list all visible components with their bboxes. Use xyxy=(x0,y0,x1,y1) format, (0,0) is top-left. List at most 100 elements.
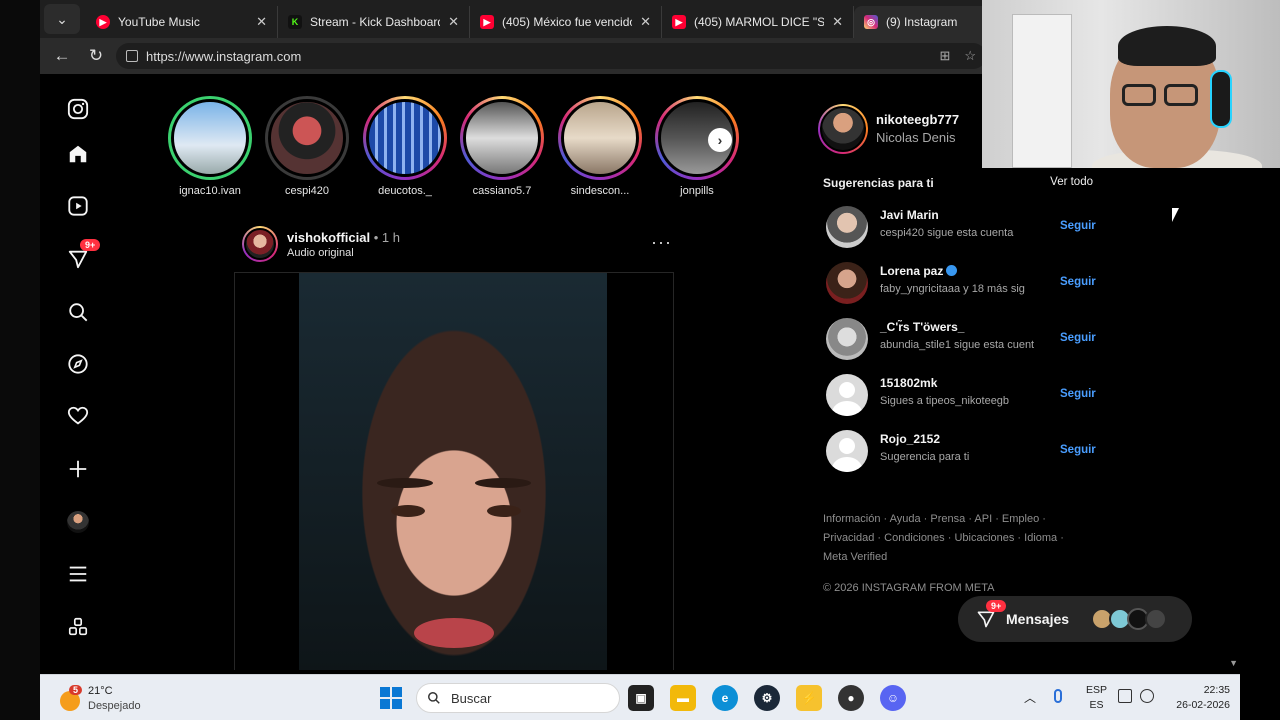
story-item[interactable]: sindescon... xyxy=(558,96,642,197)
story-username: cespi420 xyxy=(284,185,330,197)
footer-links: Información · Ayuda · Prensa · API · Emp… xyxy=(823,510,1083,567)
follow-button[interactable]: Seguir xyxy=(1060,444,1096,456)
profile-avatar[interactable] xyxy=(66,510,90,534)
tab-title: (405) México fue vencido po xyxy=(502,15,633,29)
messages-label: Mensajes xyxy=(1006,611,1070,627)
create-plus-icon[interactable] xyxy=(66,457,90,481)
task-view-icon[interactable]: ▣ xyxy=(628,685,654,711)
story-username: jonpills xyxy=(680,185,714,197)
app-icon[interactable]: ⚡ xyxy=(796,685,822,711)
suggestion-item: _C'r̃s T'öwers_ abundia_stile1 sigue est… xyxy=(826,316,1096,360)
refresh-icon[interactable]: ↻ xyxy=(82,42,110,70)
current-fullname: Nicolas Denis xyxy=(876,130,956,145)
current-username[interactable]: nikoteegb777 xyxy=(876,112,959,127)
lang-secondary: ES xyxy=(1089,699,1104,711)
see-all-link[interactable]: Ver todo xyxy=(1050,176,1093,188)
app-icon[interactable]: ● xyxy=(838,685,864,711)
input-language[interactable]: ESP ES xyxy=(1086,683,1107,713)
steam-icon[interactable]: ⚙ xyxy=(754,685,780,711)
close-tab-icon[interactable]: ✕ xyxy=(256,14,267,30)
edge-icon[interactable]: e xyxy=(712,685,738,711)
reels-icon[interactable] xyxy=(66,194,90,218)
tab-kick-dashboard[interactable]: K Stream - Kick Dashboard ✕ xyxy=(278,6,470,38)
default-avatar-icon[interactable] xyxy=(826,430,868,472)
follow-button[interactable]: Seguir xyxy=(1060,220,1096,232)
instagram-logo-icon[interactable] xyxy=(66,97,90,121)
messages-button[interactable]: 9+ Mensajes xyxy=(958,596,1192,642)
site-info-icon[interactable] xyxy=(126,50,138,62)
favorite-star-icon[interactable]: ☆ xyxy=(964,48,976,64)
network-icon[interactable] xyxy=(1118,689,1132,703)
close-tab-icon[interactable]: ✕ xyxy=(448,14,459,30)
suggestion-reason: abundia_stile1 sigue esta cuent xyxy=(880,339,1035,351)
tab-youtube-marmol[interactable]: ▶ (405) MARMOL DICE "SI" A ✕ xyxy=(662,6,854,38)
clock-date: 26-02-2026 xyxy=(1176,699,1230,711)
tab-youtube-mexico[interactable]: ▶ (405) México fue vencido po ✕ xyxy=(470,6,662,38)
app-available-icon[interactable]: ⊞ xyxy=(939,48,950,64)
default-avatar-icon[interactable] xyxy=(826,374,868,416)
story-item[interactable]: deucotos._ xyxy=(363,96,447,197)
chevron-up-icon[interactable]: ︿ xyxy=(1024,689,1036,706)
tab-actions-button[interactable]: ⌄ xyxy=(44,4,80,34)
suggestion-avatar[interactable] xyxy=(826,318,868,360)
post-media[interactable] xyxy=(234,272,674,670)
footer-line[interactable]: Información · Ayuda · Prensa · API · Emp… xyxy=(823,510,1083,529)
microphone-icon[interactable] xyxy=(1054,689,1062,703)
menu-icon[interactable] xyxy=(66,562,90,586)
url-text: https://www.instagram.com xyxy=(146,48,302,64)
meta-apps-icon[interactable] xyxy=(66,615,90,639)
system-clock[interactable]: 22:35 26-02-2026 xyxy=(1164,683,1230,713)
home-icon[interactable] xyxy=(66,142,90,166)
explore-icon[interactable] xyxy=(66,352,90,376)
weather-widget[interactable]: 5 21°C Despejado xyxy=(56,683,186,715)
follow-button[interactable]: Seguir xyxy=(1060,388,1096,400)
post-username-text[interactable]: vishokofficial xyxy=(287,230,370,245)
post-audio-label[interactable]: Audio original xyxy=(287,247,354,259)
volume-icon[interactable] xyxy=(1140,689,1154,703)
kick-icon: K xyxy=(288,15,302,29)
suggestion-avatar[interactable] xyxy=(826,206,868,248)
messages-nav-icon[interactable]: 9+ xyxy=(66,239,101,271)
tab-youtube-music[interactable]: ▶ YouTube Music ✕ xyxy=(86,6,278,38)
story-item[interactable]: cassiano5.7 xyxy=(460,96,544,197)
suggestion-username[interactable]: Javi Marin xyxy=(880,208,939,222)
suggestion-username-wrap[interactable]: Lorena paz xyxy=(880,264,958,278)
follow-button[interactable]: Seguir xyxy=(1060,332,1096,344)
close-tab-icon[interactable]: ✕ xyxy=(640,14,651,30)
story-username: cassiano5.7 xyxy=(472,185,532,197)
more-options-icon[interactable]: ··· xyxy=(651,232,672,253)
search-icon[interactable] xyxy=(66,300,90,324)
suggestion-username[interactable]: _C'r̃s T'öwers_ xyxy=(880,320,964,334)
stories-next-arrow-icon[interactable]: › xyxy=(708,128,732,152)
instagram-icon: ◎ xyxy=(864,15,878,29)
file-explorer-icon[interactable]: ▬ xyxy=(670,685,696,711)
current-user-avatar[interactable] xyxy=(818,104,868,154)
post-time: • 1 h xyxy=(370,230,400,245)
taskbar-search[interactable]: Buscar xyxy=(416,683,620,713)
back-arrow-icon[interactable]: ← xyxy=(48,42,76,70)
screen: ⌄ ▶ YouTube Music ✕ K Stream - Kick Dash… xyxy=(0,0,1280,720)
footer-line[interactable]: Meta Verified xyxy=(823,548,1083,567)
discord-icon[interactable]: ☺ xyxy=(880,685,906,711)
scroll-down-arrow-icon[interactable]: ▼ xyxy=(1229,658,1238,668)
suggestion-avatar[interactable] xyxy=(826,262,868,304)
suggestions-title: Sugerencias para ti xyxy=(823,176,934,190)
windows-start-icon[interactable] xyxy=(380,687,402,709)
suggestion-item: Javi Marin cespi420 sigue esta cuenta Se… xyxy=(826,204,1096,248)
follow-button[interactable]: Seguir xyxy=(1060,276,1096,288)
post-author-avatar[interactable] xyxy=(242,226,278,262)
suggestion-username[interactable]: Rojo_2152 xyxy=(880,432,940,446)
stories-tray: ignac10.ivan cespi420 deucotos._ cassian… xyxy=(168,96,748,197)
post-author-username[interactable]: vishokofficial • 1 h xyxy=(287,230,400,245)
footer-line[interactable]: Privacidad · Condiciones · Ubicaciones ·… xyxy=(823,529,1083,548)
suggestion-username[interactable]: Lorena paz xyxy=(880,264,943,278)
suggestion-username[interactable]: 151802mk xyxy=(880,376,937,390)
address-bar[interactable]: https://www.instagram.com ⊞ ☆ xyxy=(116,43,986,69)
suggestion-reason: Sigues a tipeos_nikoteegb xyxy=(880,395,1010,407)
story-item[interactable]: cespi420 xyxy=(265,96,349,197)
heart-icon[interactable] xyxy=(66,404,90,428)
youtube-icon: ▶ xyxy=(480,15,494,29)
close-tab-icon[interactable]: ✕ xyxy=(832,14,843,30)
story-item[interactable]: ignac10.ivan xyxy=(168,96,252,197)
weather-badge: 5 xyxy=(69,685,83,695)
